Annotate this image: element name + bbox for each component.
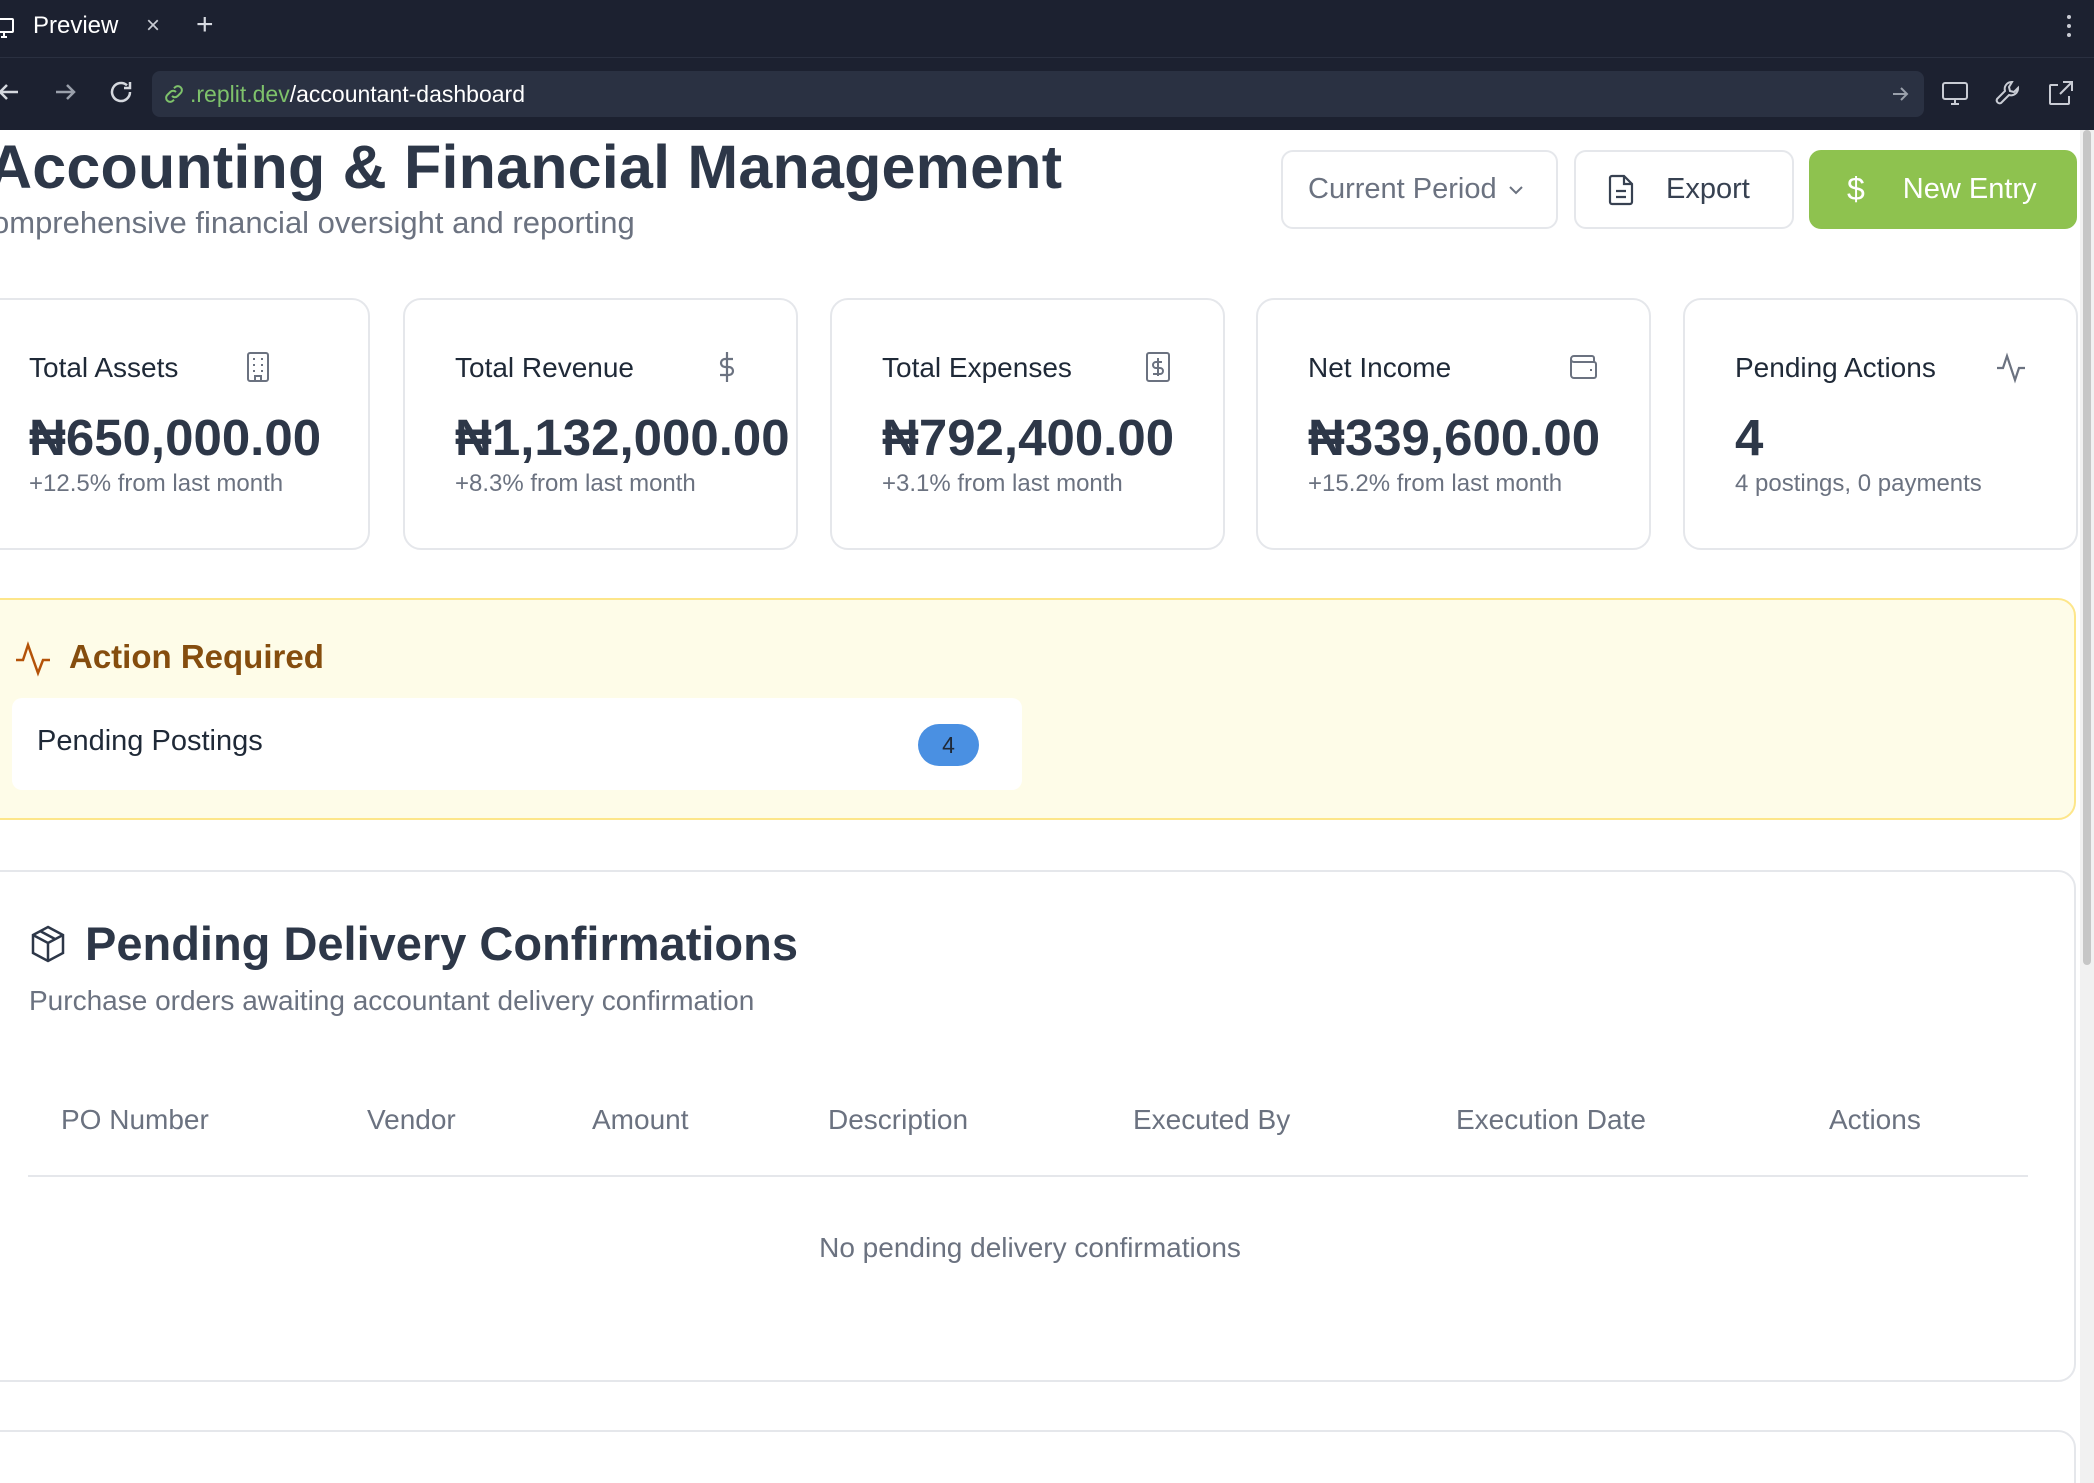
scrollbar-thumb[interactable] [2083, 130, 2091, 965]
building-icon [247, 352, 269, 382]
url-text: .replit.dev/accountant-dashboard [190, 81, 525, 107]
pending-postings-item[interactable]: Pending Postings 4 [12, 698, 1022, 790]
monitor-icon [0, 18, 14, 38]
dollar-icon: $ [1847, 171, 1865, 207]
column-header: Actions [1829, 1104, 1921, 1135]
stat-label: Pending Actions [1735, 352, 1936, 383]
table-header: PO Number Vendor Amount Description Exec… [28, 1082, 2028, 1177]
page-scrollbar[interactable] [2080, 130, 2094, 1483]
stat-change: +15.2% from last month [1308, 470, 1563, 497]
stat-label: Total Assets [29, 352, 179, 383]
column-header: Description [828, 1104, 969, 1135]
export-button-label: Export [1666, 173, 1750, 205]
empty-state-message: No pending delivery confirmations [819, 1232, 1241, 1263]
back-icon[interactable] [0, 74, 28, 110]
page-title: Accounting & Financial Management [0, 133, 1063, 201]
stat-label: Total Revenue [455, 352, 635, 383]
go-arrow-icon[interactable] [1888, 82, 1912, 106]
stat-card-pending-actions: Pending Actions 4 4 postings, 0 payments [1683, 298, 2078, 550]
dollar-icon [719, 352, 735, 382]
receipt-icon [1146, 352, 1170, 382]
section-subtitle: Purchase orders awaiting accountant deli… [29, 985, 755, 1016]
stat-value: ₦339,600.00 [1308, 409, 1601, 466]
wallet-icon [1570, 355, 1597, 379]
tab-title: Preview [33, 12, 119, 39]
stat-card-total-expenses: Total Expenses ₦792,400.00 +3.1% from la… [830, 298, 1225, 550]
page-subtitle: omprehensive financial oversight and rep… [0, 205, 635, 240]
period-select[interactable]: Current Period [1281, 150, 1558, 229]
stat-label: Net Income [1308, 352, 1452, 383]
column-header: Executed By [1133, 1104, 1291, 1135]
activity-icon [1997, 352, 2025, 384]
stat-change: 4 postings, 0 payments [1735, 470, 1982, 497]
file-text-icon [1608, 174, 1634, 205]
new-entry-button-label: New Entry [1902, 173, 2037, 205]
stat-change: +3.1% from last month [882, 470, 1123, 497]
action-required-title: Action Required [69, 638, 324, 675]
pending-delivery-panel: Pending Delivery Confirmations Purchase … [0, 870, 2076, 1382]
activity-icon [16, 641, 50, 677]
external-link-icon[interactable] [2045, 77, 2077, 109]
browser-menu-icon[interactable] [2066, 12, 2072, 40]
period-select-value: Current Period [1308, 173, 1497, 205]
tab-close-icon[interactable]: × [146, 12, 160, 40]
forward-icon[interactable] [46, 74, 82, 110]
stat-value: ₦650,000.00 [29, 409, 322, 466]
column-header: Execution Date [1456, 1104, 1646, 1135]
stat-change: +12.5% from last month [29, 470, 284, 497]
stat-value: ₦792,400.00 [882, 409, 1175, 466]
devices-icon[interactable] [1939, 77, 1971, 109]
export-button[interactable]: Export [1574, 150, 1794, 229]
stat-value: 4 [1735, 409, 1764, 466]
next-section-panel [0, 1430, 2076, 1483]
section-title: Pending Delivery Confirmations [85, 917, 798, 970]
column-header: Amount [592, 1104, 689, 1135]
browser-address-bar: .replit.dev/accountant-dashboard [0, 57, 2094, 130]
new-tab-button[interactable]: + [196, 8, 214, 42]
stat-card-net-income: Net Income ₦339,600.00 +15.2% from last … [1256, 298, 1651, 550]
package-icon [31, 925, 65, 963]
wrench-icon[interactable] [1992, 77, 2024, 109]
url-input[interactable]: .replit.dev/accountant-dashboard [152, 71, 1924, 117]
new-entry-button[interactable]: $ New Entry [1809, 150, 2077, 229]
stat-label: Total Expenses [882, 352, 1072, 383]
stat-card-total-revenue: Total Revenue ₦1,132,000.00 +8.3% from l… [403, 298, 798, 550]
stat-change: +8.3% from last month [455, 470, 696, 497]
action-required-panel: Action Required Pending Postings 4 [0, 598, 2076, 820]
count-badge: 4 [918, 724, 979, 766]
stat-card-total-assets: Total Assets ₦650,000.00 +12.5% from las… [0, 298, 370, 550]
action-item-label: Pending Postings [37, 725, 263, 757]
chevron-down-icon [1508, 185, 1523, 194]
reload-icon[interactable] [103, 74, 139, 110]
stat-value: ₦1,132,000.00 [455, 409, 790, 466]
browser-tab-bar: Preview × + [0, 0, 2094, 57]
column-header: PO Number [61, 1104, 209, 1135]
link-icon [165, 85, 183, 103]
column-header: Vendor [367, 1104, 456, 1135]
